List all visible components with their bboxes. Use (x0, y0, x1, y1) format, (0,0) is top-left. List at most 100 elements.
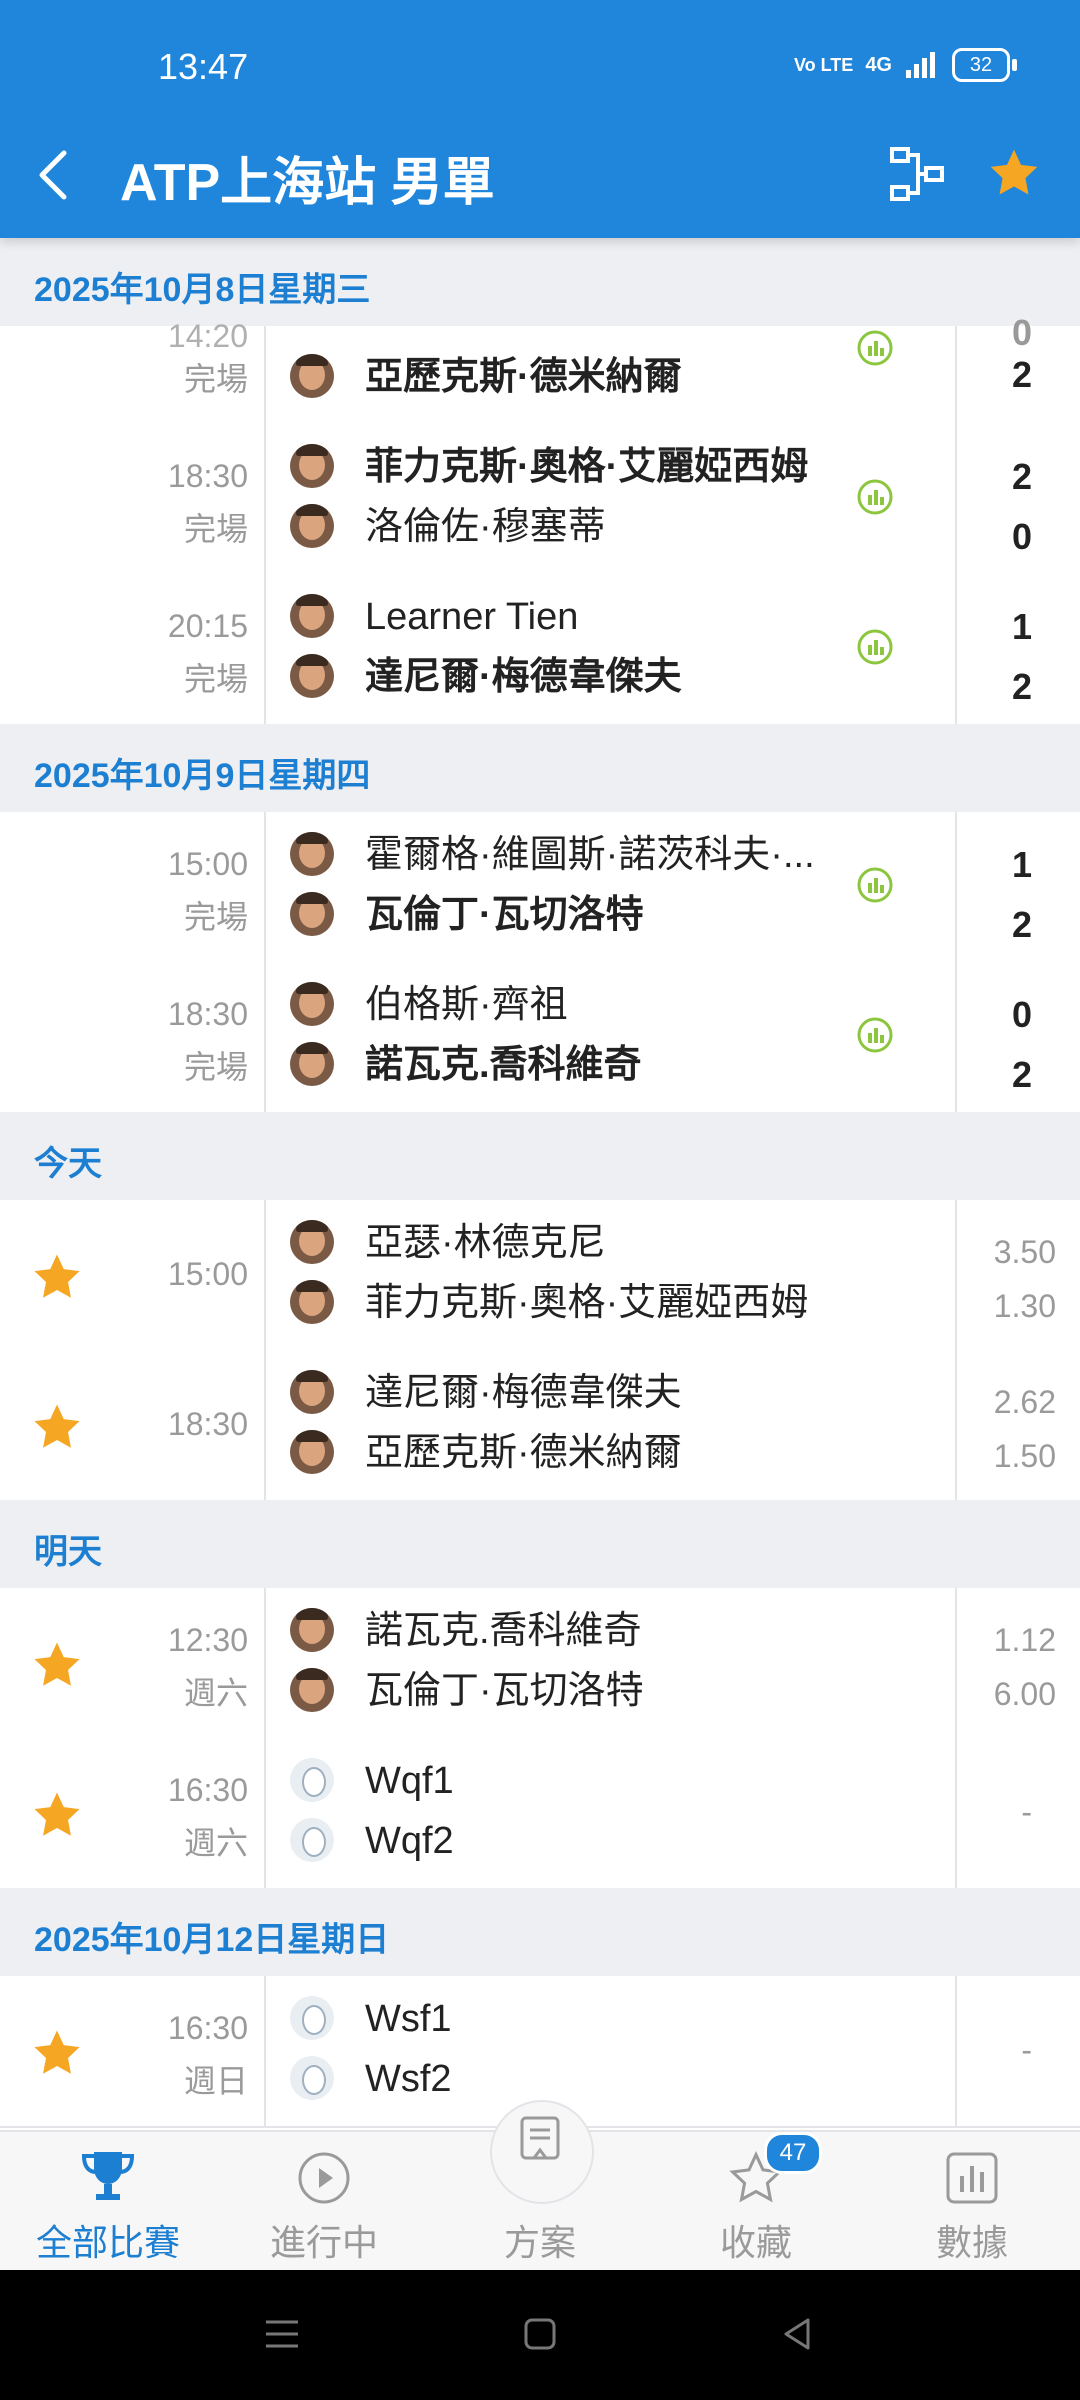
match-status: 完場 (183, 361, 248, 397)
favorite-star-icon[interactable] (30, 1400, 84, 1454)
player-name: Wsf1 (365, 1998, 452, 2040)
odds-2: 1.50 (993, 1438, 1056, 1474)
player-name: 瓦倫丁·瓦切洛特 (365, 1670, 644, 1712)
network-type: 4G (865, 53, 892, 76)
date-label: 2025年10月9日星期四 (34, 757, 371, 795)
player-name: Wqf1 (365, 1760, 454, 1802)
status-bar: 13:47 Vo LTE 4G 32 (0, 0, 1080, 130)
score-2: 0 (1011, 516, 1032, 557)
player-avatar-placeholder (290, 2056, 334, 2100)
player-avatar (290, 1370, 334, 1414)
score-1: 1 (1011, 844, 1032, 885)
stats-icon[interactable] (855, 477, 895, 517)
date-separator: 今天 (0, 1112, 1080, 1200)
match-row[interactable]: 16:30 週六 Wqf1 Wqf2 - (0, 1738, 1080, 1890)
match-row[interactable]: 15:00 亞瑟·林德克尼 菲力克斯·奧格·艾麗婭西姆 3.50 1.30 (0, 1200, 1080, 1352)
clock: 13:47 (158, 46, 249, 87)
odds-1: 3.50 (993, 1234, 1056, 1270)
player-avatar (290, 832, 334, 876)
date-label: 明天 (34, 1533, 102, 1571)
player-avatar (290, 892, 334, 936)
nav-all-matches[interactable]: 全部比賽 (0, 2132, 216, 2272)
date-label: 2025年10月8日星期三 (34, 271, 371, 309)
menu-icon[interactable] (262, 2314, 302, 2354)
nav-label: 進行中 (269, 2222, 378, 2263)
favorite-star-icon[interactable] (30, 2026, 84, 2080)
nav-plan[interactable]: 方案 (432, 2116, 648, 2272)
match-row[interactable]: 14:20 完場 亞歷克斯·德米納爾 0 2 (0, 312, 1080, 426)
odds-1: 2.62 (993, 1384, 1056, 1420)
score-1: 0 (1011, 994, 1032, 1035)
status-icons: Vo LTE 4G 32 (793, 48, 1017, 82)
favorite-star-icon[interactable] (30, 1250, 84, 1304)
nav-data[interactable]: 數據 (864, 2132, 1080, 2272)
match-list[interactable]: 14:20 2025年10月8日星期三 14:20 完場 亞歷克斯·德米納爾 (0, 0, 1080, 2130)
player-avatar (290, 594, 334, 638)
system-navigation-bar (0, 2270, 1080, 2400)
odds-2: 1.30 (993, 1288, 1056, 1324)
odds-1: 1.12 (993, 1622, 1056, 1658)
score-2: 2 (1011, 904, 1032, 945)
bottom-nav: 全部比賽 進行中 方案 47 收藏 數據 (0, 2100, 1080, 2272)
date-separator: 明天 (0, 1500, 1080, 1588)
match-row[interactable]: 18:30 達尼爾·梅德韋傑夫 亞歷克斯·德米納爾 2.62 1.50 (0, 1350, 1080, 1502)
home-icon[interactable] (520, 2314, 560, 2354)
stats-icon[interactable] (855, 627, 895, 667)
date-separator: 2025年10月12日星期日 (0, 1888, 1080, 1976)
match-row[interactable]: 15:00 完場 霍爾格·維圖斯·諾茨科夫·... 瓦倫丁·瓦切洛特 1 2 (0, 812, 1080, 964)
nav-favorites[interactable]: 47 收藏 (648, 2132, 864, 2272)
date-label: 今天 (34, 1145, 102, 1183)
favorites-count-badge: 47 (764, 2132, 822, 2174)
player-avatar (290, 504, 334, 548)
nav-label: 收藏 (719, 2222, 792, 2263)
match-time: 18:30 (167, 458, 248, 494)
player-avatar-placeholder (290, 1758, 334, 1802)
nav-label: 數據 (935, 2222, 1008, 2263)
match-status: 完場 (183, 661, 248, 697)
back-icon[interactable] (778, 2314, 818, 2354)
odds-2: 6.00 (993, 1676, 1056, 1712)
trophy-icon (81, 2152, 135, 2200)
player-avatar (290, 444, 334, 488)
score-1: 1 (1011, 606, 1032, 647)
match-time: 12:30 (167, 1622, 248, 1658)
nav-in-progress[interactable]: 進行中 (216, 2132, 432, 2272)
player-avatar (290, 1668, 334, 1712)
match-day: 週六 (183, 1825, 248, 1861)
battery-icon: 32 (952, 48, 1017, 82)
favorite-star-icon[interactable] (30, 1638, 84, 1692)
match-row[interactable]: 20:15 完場 Learner Tien 達尼爾·梅德韋傑夫 1 2 (0, 574, 1080, 726)
app-screen: 14:20 2025年10月8日星期三 14:20 完場 亞歷克斯·德米納爾 (0, 0, 1080, 2400)
player-avatar (290, 1280, 334, 1324)
player-avatar (290, 1430, 334, 1474)
score-1: 0 (1011, 312, 1032, 353)
odds-placeholder: - (1021, 2032, 1032, 2068)
player-name: 霍爾格·維圖斯·諾茨科夫·... (365, 834, 815, 876)
signal-icon (906, 52, 935, 78)
page-title: ATP上海站 男單 (120, 154, 495, 212)
favorite-star-icon[interactable] (30, 1788, 84, 1842)
player-name: 洛倫佐·穆塞蒂 (365, 506, 606, 548)
player-name: 亞瑟·林德克尼 (365, 1222, 606, 1264)
back-arrow-icon[interactable] (30, 145, 80, 205)
match-time: 14:20 (167, 318, 248, 354)
match-time: 18:30 (167, 996, 248, 1032)
player-avatar (290, 982, 334, 1026)
play-icon (298, 2152, 350, 2204)
date-separator: 2025年10月8日星期三 (0, 238, 1080, 326)
stats-icon[interactable] (855, 865, 895, 905)
star-icon[interactable] (986, 145, 1042, 201)
stats-icon[interactable] (855, 1015, 895, 1055)
player-avatar (290, 1042, 334, 1086)
match-row[interactable]: 18:30 完場 伯格斯·齊祖 諾瓦克.喬科維奇 0 2 (0, 962, 1080, 1114)
player-name: 菲力克斯·奧格·艾麗婭西姆 (365, 446, 809, 488)
volte-icon: Vo LTE (793, 55, 854, 75)
match-row[interactable]: 12:30 週六 諾瓦克.喬科維奇 瓦倫丁·瓦切洛特 1.12 6.00 (0, 1588, 1080, 1740)
match-row[interactable]: 18:30 完場 菲力克斯·奧格·艾麗婭西姆 洛倫佐·穆塞蒂 2 0 (0, 424, 1080, 576)
player-name: 亞歷克斯·德米納爾 (365, 1432, 682, 1474)
player-avatar-placeholder (290, 1818, 334, 1862)
match-day: 週日 (183, 2063, 248, 2099)
bracket-icon[interactable] (888, 145, 946, 203)
stats-icon[interactable] (855, 328, 895, 368)
match-status: 完場 (183, 899, 248, 935)
